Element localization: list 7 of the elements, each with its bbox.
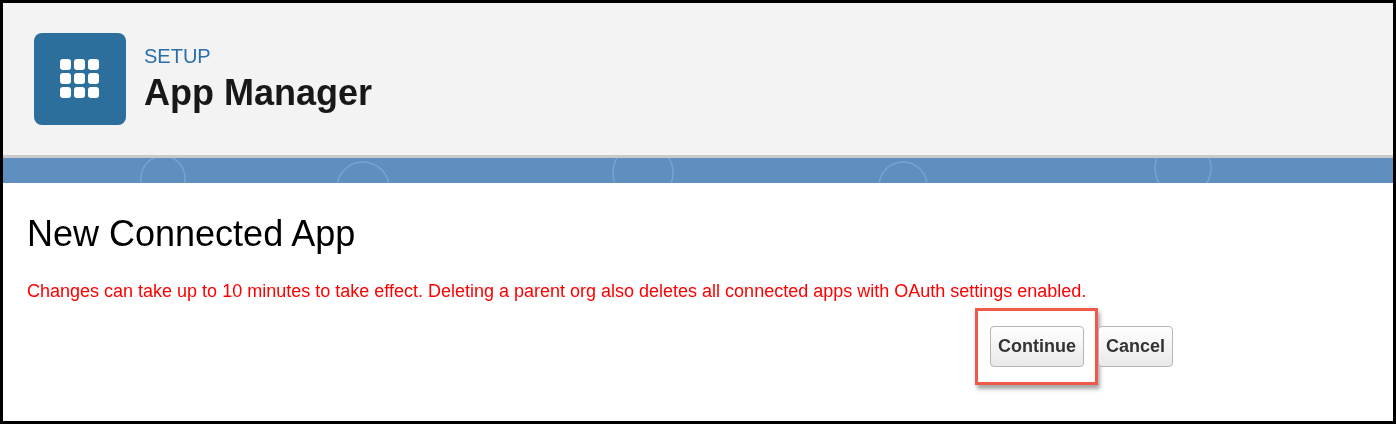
page-title: New Connected App [27, 213, 357, 255]
warning-message: Changes can take up to 10 minutes to take effect. Deleting a parent org also deletes all connected apps with OAuth settings enabled. [27, 281, 1088, 302]
app-launcher-icon [34, 33, 126, 125]
section-label: SETUP [144, 44, 212, 68]
action-button[interactable]: Cancel [1097, 326, 1173, 367]
action-button[interactable]: Continue [989, 326, 1084, 367]
page-header-title: App Manager [144, 71, 373, 114]
